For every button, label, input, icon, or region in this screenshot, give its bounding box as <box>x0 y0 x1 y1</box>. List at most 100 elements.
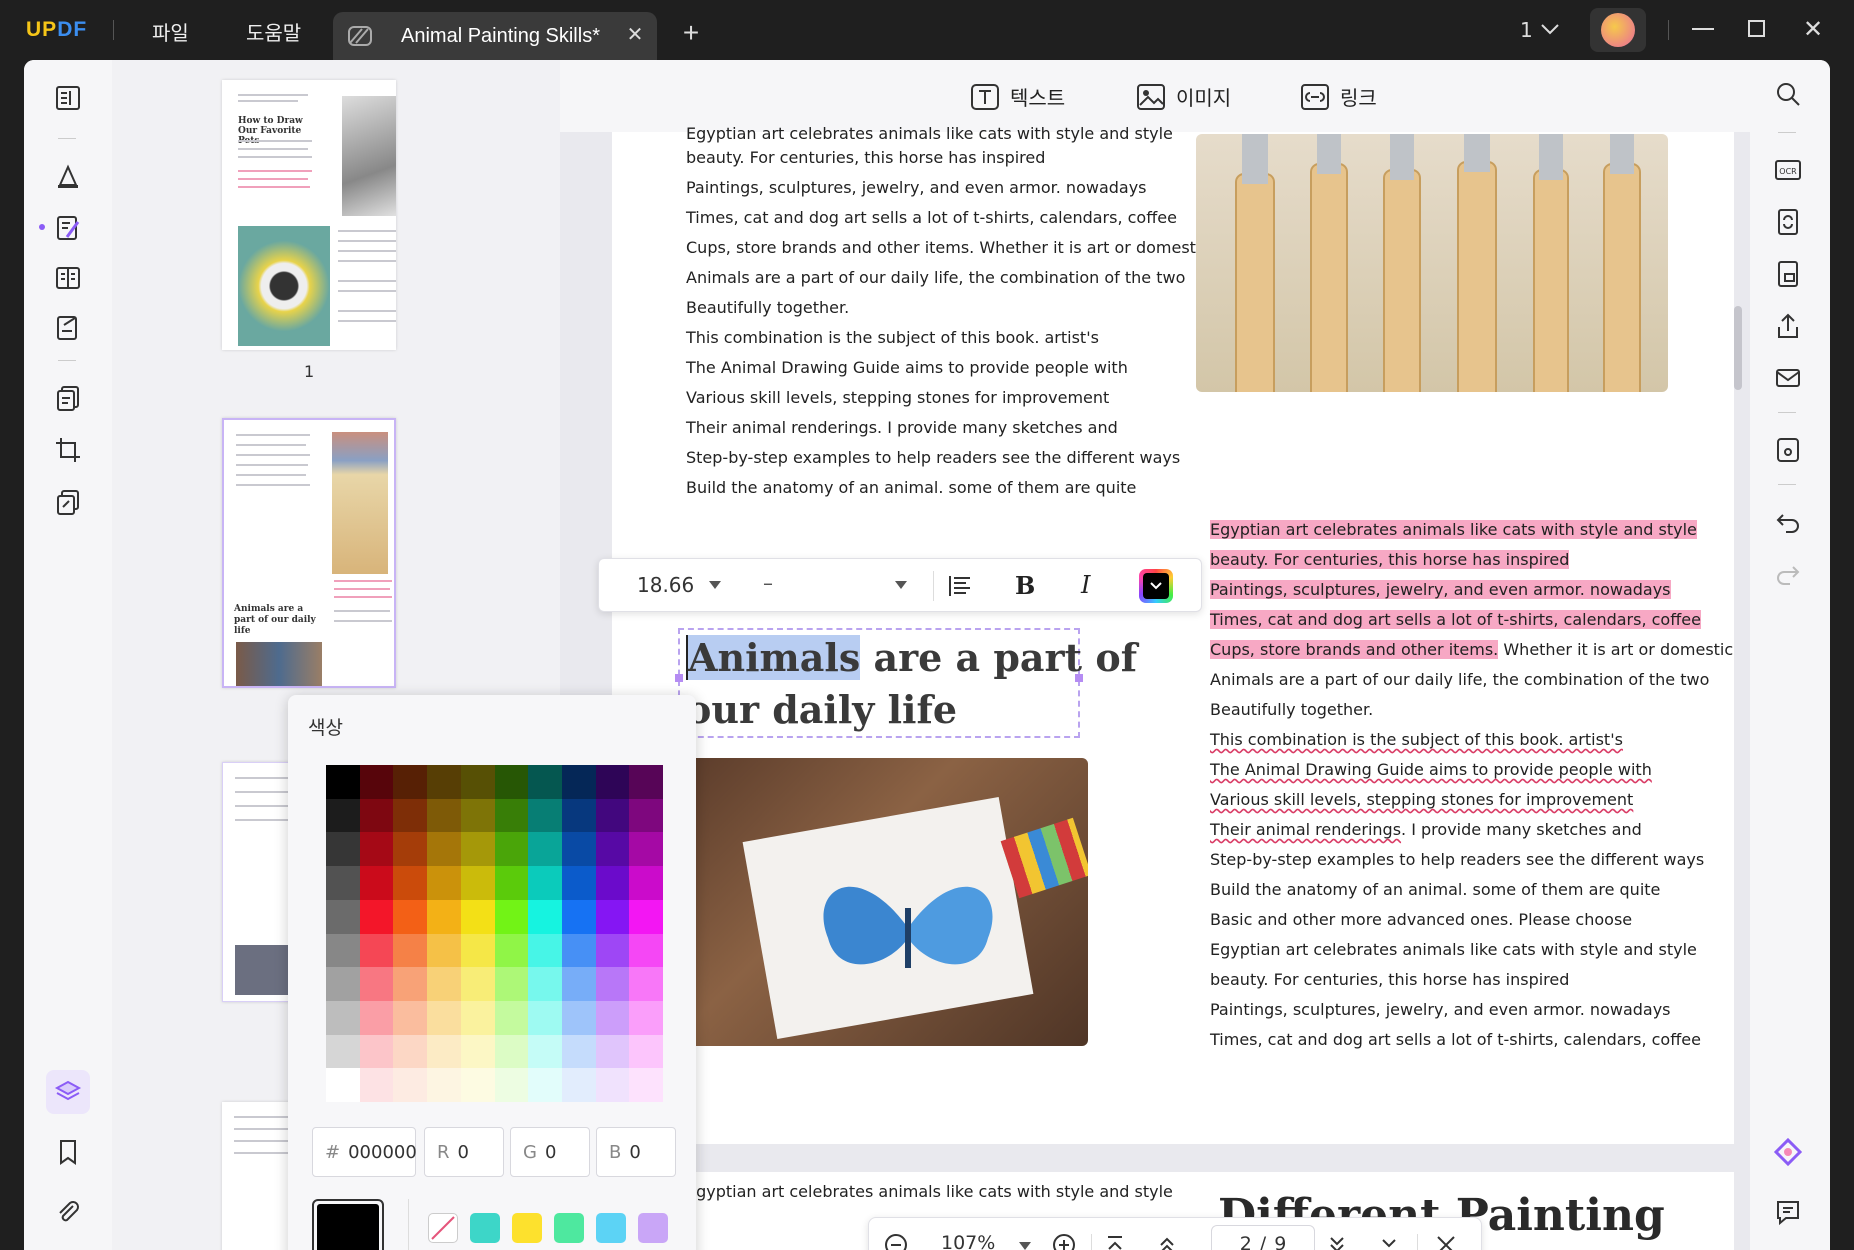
convert-icon[interactable] <box>46 480 90 524</box>
text-line[interactable]: Step-by-step examples to help readers se… <box>686 448 1180 467</box>
color-cell[interactable] <box>427 899 461 934</box>
font-name-value[interactable]: – <box>763 571 773 595</box>
color-cell[interactable] <box>326 1034 360 1069</box>
italic-button[interactable]: I <box>1081 571 1090 599</box>
close-window-icon[interactable]: ✕ <box>1800 16 1826 43</box>
undo-icon[interactable] <box>1766 500 1810 544</box>
color-cell[interactable] <box>528 1000 562 1035</box>
color-cell[interactable] <box>326 798 360 833</box>
color-cell[interactable] <box>595 933 630 968</box>
color-cell[interactable] <box>460 765 495 799</box>
color-cell[interactable] <box>359 899 394 934</box>
color-cell[interactable] <box>460 1000 495 1035</box>
color-cell[interactable] <box>595 899 630 934</box>
crop-page-icon[interactable] <box>46 428 90 472</box>
color-cell[interactable] <box>460 866 495 900</box>
color-cell[interactable] <box>393 967 428 1001</box>
color-cell[interactable] <box>629 1034 663 1069</box>
color-cell[interactable] <box>561 798 596 833</box>
color-cell[interactable] <box>359 1000 394 1035</box>
color-cell[interactable] <box>427 967 461 1001</box>
color-cell[interactable] <box>528 933 562 968</box>
color-cell[interactable] <box>629 798 663 833</box>
color-cell[interactable] <box>393 1068 428 1102</box>
color-cell[interactable] <box>326 1000 360 1035</box>
color-cell[interactable] <box>359 866 394 900</box>
text-line[interactable]: Paintings, sculptures, jewelry, and even… <box>1210 1000 1671 1019</box>
color-cell[interactable] <box>460 832 495 867</box>
font-size-dropdown-icon[interactable] <box>709 581 721 589</box>
preset-color-swatch[interactable] <box>554 1213 584 1243</box>
convert-pdf-icon[interactable] <box>1766 200 1810 244</box>
font-dropdown-icon[interactable] <box>895 581 907 589</box>
updf-logo[interactable]: UPDF <box>26 18 87 42</box>
ai-assistant-icon[interactable] <box>1766 1130 1810 1174</box>
color-cell[interactable] <box>393 1000 428 1035</box>
squiggly-line[interactable]: This combination is the subject of this … <box>1210 730 1623 749</box>
text-line[interactable]: beauty. For centuries, this horse has in… <box>1210 970 1569 989</box>
color-cell[interactable] <box>393 798 428 833</box>
close-zoom-bar-icon[interactable] <box>1435 1234 1457 1250</box>
color-cell[interactable] <box>629 866 663 900</box>
page-selector[interactable]: 1 <box>1520 18 1533 42</box>
color-cell[interactable] <box>595 967 630 1001</box>
reader-mode-icon[interactable] <box>46 76 90 120</box>
color-cell[interactable] <box>561 1034 596 1069</box>
zoom-out-icon[interactable] <box>883 1232 909 1250</box>
text-line[interactable]: Paintings, sculptures, jewelry, and even… <box>686 178 1147 197</box>
color-cell[interactable] <box>393 899 428 934</box>
color-cell[interactable] <box>561 1000 596 1035</box>
current-color-preview[interactable] <box>312 1199 384 1250</box>
page-number-input[interactable]: 2 / 9 <box>1211 1225 1315 1250</box>
color-cell[interactable] <box>326 933 360 968</box>
avatar-button[interactable] <box>1590 8 1646 52</box>
bold-button[interactable]: B <box>1015 571 1035 600</box>
color-cell[interactable] <box>629 899 663 934</box>
color-cell[interactable] <box>393 832 428 867</box>
color-cell[interactable] <box>494 899 529 934</box>
color-cell[interactable] <box>359 967 394 1001</box>
color-cell[interactable] <box>629 1068 663 1102</box>
comment-tool-icon[interactable] <box>46 154 90 198</box>
color-cell[interactable] <box>494 933 529 968</box>
redo-icon[interactable] <box>1766 552 1810 596</box>
text-line[interactable]: beauty. For centuries, this horse has in… <box>686 148 1045 167</box>
text-line[interactable]: Animals are a part of our daily life, th… <box>686 268 1185 287</box>
squiggly-line[interactable]: Various skill levels, stepping stones fo… <box>1210 790 1633 809</box>
color-cell[interactable] <box>326 832 360 867</box>
bookmark-icon[interactable] <box>46 1130 90 1174</box>
green-input[interactable]: G0 <box>510 1127 590 1177</box>
color-cell[interactable] <box>595 1068 630 1102</box>
color-cell[interactable] <box>494 798 529 833</box>
color-cell[interactable] <box>427 1068 461 1102</box>
layers-icon[interactable] <box>46 1070 90 1114</box>
color-cell[interactable] <box>595 765 630 799</box>
text-line[interactable]: Cups, store brands and other items. Whet… <box>1210 640 1733 659</box>
color-cell[interactable] <box>494 765 529 799</box>
menu-file[interactable]: 파일 <box>152 17 189 46</box>
last-page-icon[interactable] <box>1377 1234 1401 1250</box>
first-page-icon[interactable] <box>1103 1234 1127 1250</box>
menu-help[interactable]: 도움말 <box>246 17 301 46</box>
color-cell[interactable] <box>460 1068 495 1102</box>
new-tab-icon[interactable]: + <box>678 17 704 48</box>
text-line[interactable]: Times, cat and dog art sells a lot of t-… <box>1210 1030 1701 1049</box>
hex-input[interactable]: #000000 <box>312 1127 417 1177</box>
blue-input[interactable]: B0 <box>596 1127 676 1177</box>
text-line[interactable]: The Animal Drawing Guide aims to provide… <box>686 358 1128 377</box>
color-cell[interactable] <box>427 832 461 867</box>
text-color-button[interactable] <box>1139 569 1173 603</box>
color-cell[interactable] <box>561 967 596 1001</box>
color-cell[interactable] <box>595 832 630 867</box>
color-cell[interactable] <box>494 1000 529 1035</box>
color-cell[interactable] <box>494 1034 529 1069</box>
preset-color-swatch[interactable] <box>512 1213 542 1243</box>
text-line[interactable]: Step-by-step examples to help readers se… <box>1210 850 1704 869</box>
text-line[interactable]: Animals are a part of our daily life, th… <box>1210 670 1709 689</box>
color-cell[interactable] <box>460 967 495 1001</box>
color-cell[interactable] <box>528 866 562 900</box>
text-line[interactable]: Cups, store brands and other items. Whet… <box>686 238 1209 257</box>
color-cell[interactable] <box>326 765 360 799</box>
maximize-icon[interactable] <box>1748 20 1766 38</box>
highlighted-line[interactable]: Paintings, sculptures, jewelry, and even… <box>1210 580 1671 599</box>
